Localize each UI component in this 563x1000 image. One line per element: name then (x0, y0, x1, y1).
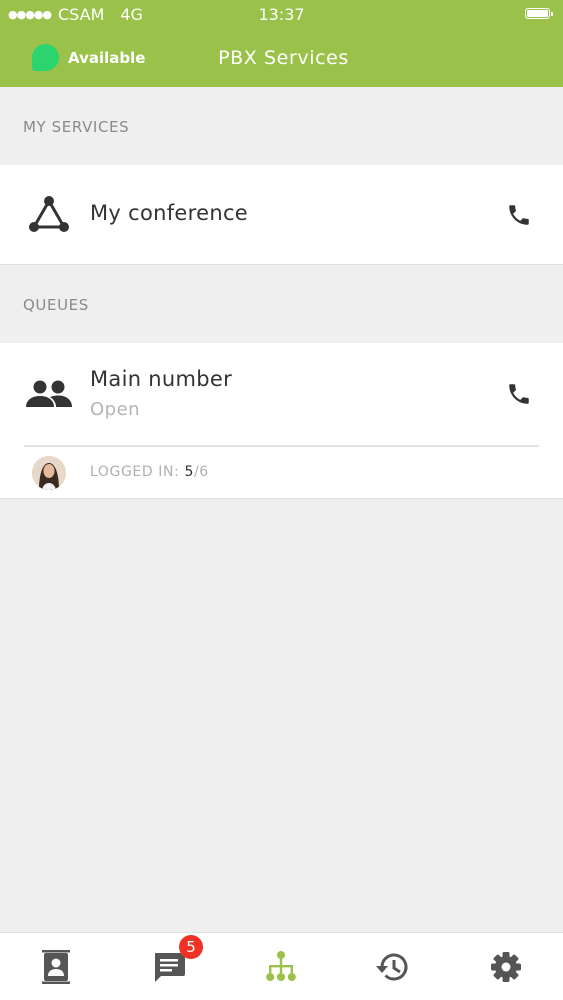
section-label: MY SERVICES (23, 118, 130, 136)
clock: 13:37 (258, 5, 305, 24)
avatar (32, 456, 66, 490)
queue-name: Main number (90, 367, 233, 391)
messages-badge: 5 (179, 935, 203, 959)
service-name: My conference (90, 201, 249, 225)
logged-in-total: /6 (193, 464, 209, 480)
queue-row-main-number[interactable]: Main number Open (0, 343, 563, 499)
pbx-services-icon[interactable] (261, 947, 301, 987)
history-icon[interactable] (373, 947, 413, 987)
section-label: QUEUES (23, 296, 89, 314)
service-row-my-conference[interactable]: My conference (0, 165, 563, 265)
logged-in-count: LOGGED IN: 5/6 (90, 464, 209, 480)
queue-status: Open (90, 399, 141, 420)
app-header: ●●●●● CSAM 4G 13:37 Available PBX Servic… (0, 0, 563, 87)
tab-bar (0, 932, 563, 1000)
row-divider (24, 445, 539, 447)
logged-in-value: 5 (184, 464, 194, 480)
status-bar: ●●●●● CSAM 4G 13:37 (0, 0, 563, 30)
settings-icon[interactable] (486, 947, 526, 987)
phone-call-icon[interactable] (506, 381, 532, 407)
conference-icon (29, 196, 69, 232)
contacts-icon[interactable] (36, 947, 76, 987)
section-header-queues: QUEUES (0, 265, 563, 343)
page-title: PBX Services (218, 47, 349, 69)
group-icon (26, 380, 72, 407)
phone-call-icon[interactable] (506, 202, 532, 228)
section-header-my-services: MY SERVICES (0, 87, 563, 165)
battery-icon (525, 8, 553, 19)
logged-in-label: LOGGED IN: (90, 464, 185, 480)
